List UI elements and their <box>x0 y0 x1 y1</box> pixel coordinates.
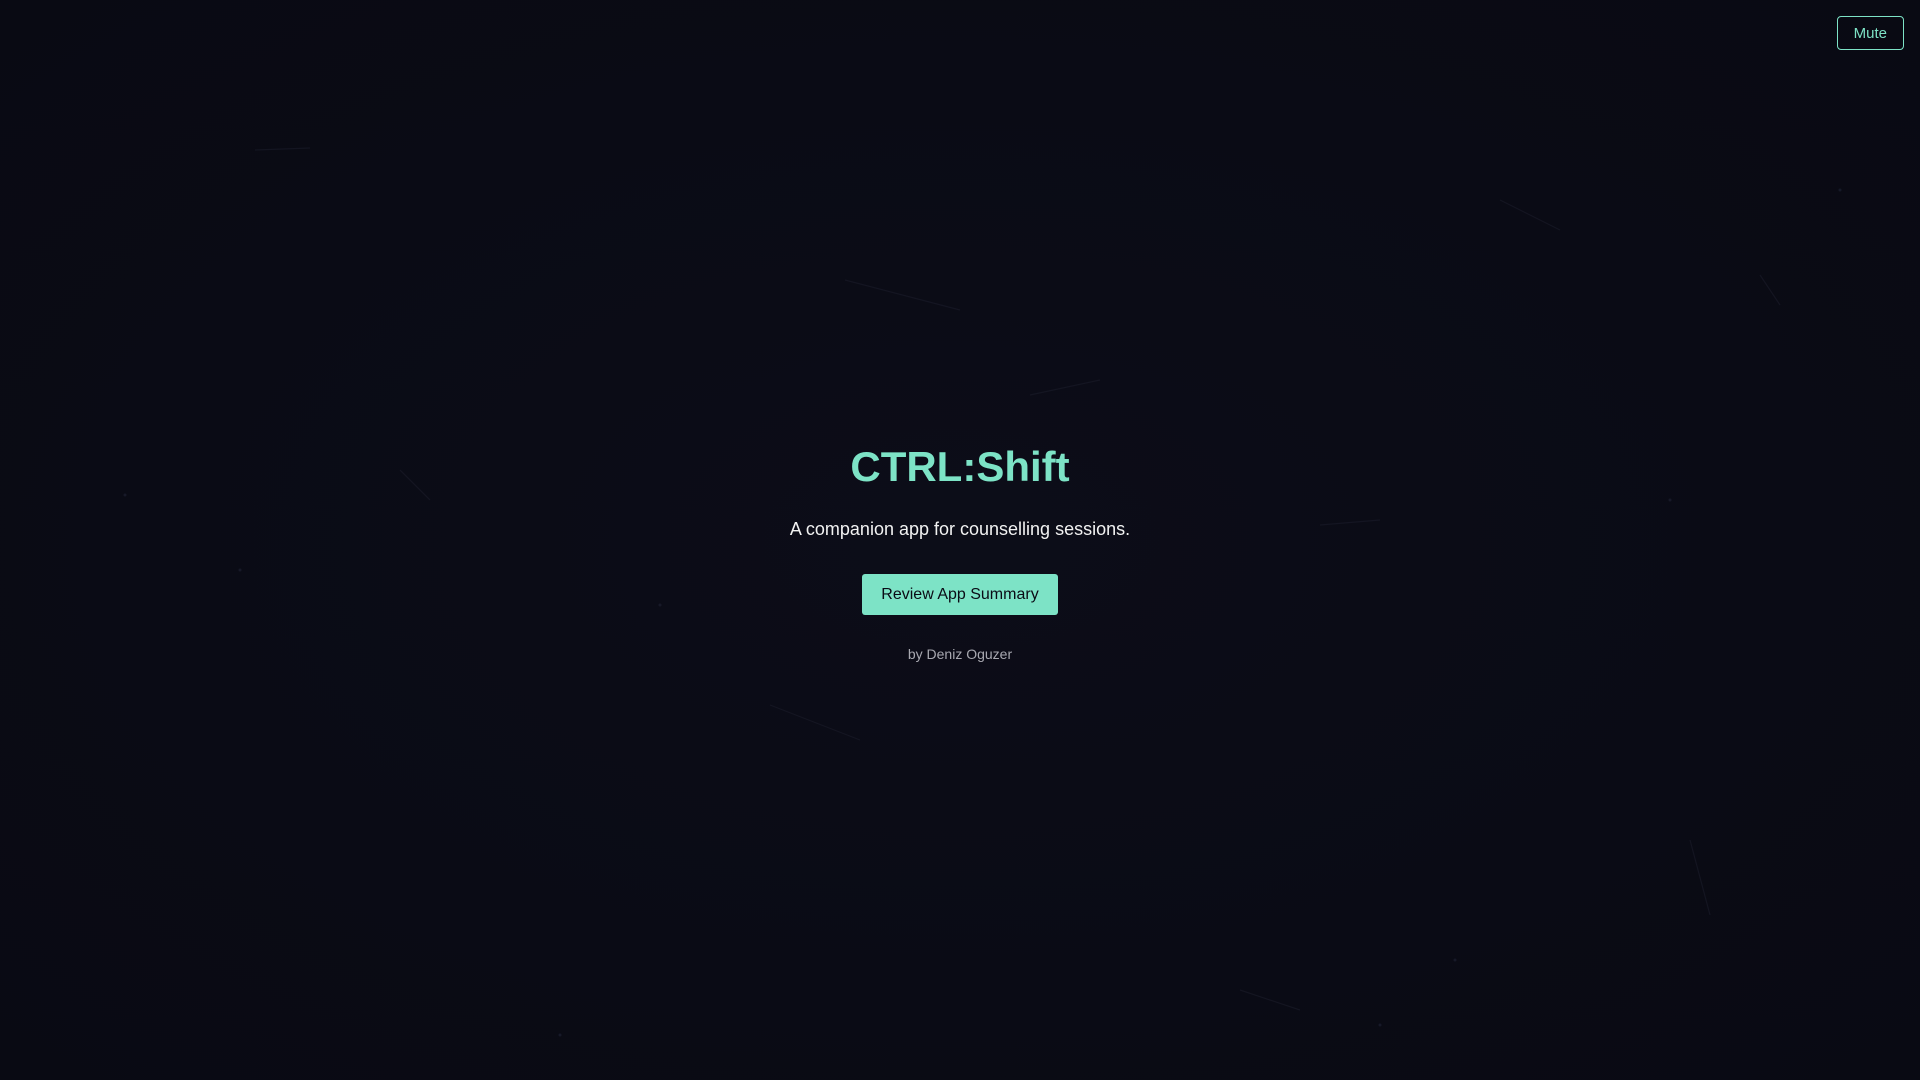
author-credit: by Deniz Oguzer <box>907 646 1013 662</box>
app-subtitle: A companion app for counselling sessions… <box>789 519 1131 539</box>
landing-screen: Mute CTRL:Shift A companion app for coun… <box>0 0 1920 1080</box>
app-title: CTRL:Shift <box>850 443 1070 490</box>
mute-button[interactable]: Mute <box>1836 16 1904 50</box>
review-app-summary-button[interactable]: Review App Summary <box>862 574 1058 615</box>
hero-section: CTRL:Shift A companion app for counselli… <box>0 440 1920 663</box>
